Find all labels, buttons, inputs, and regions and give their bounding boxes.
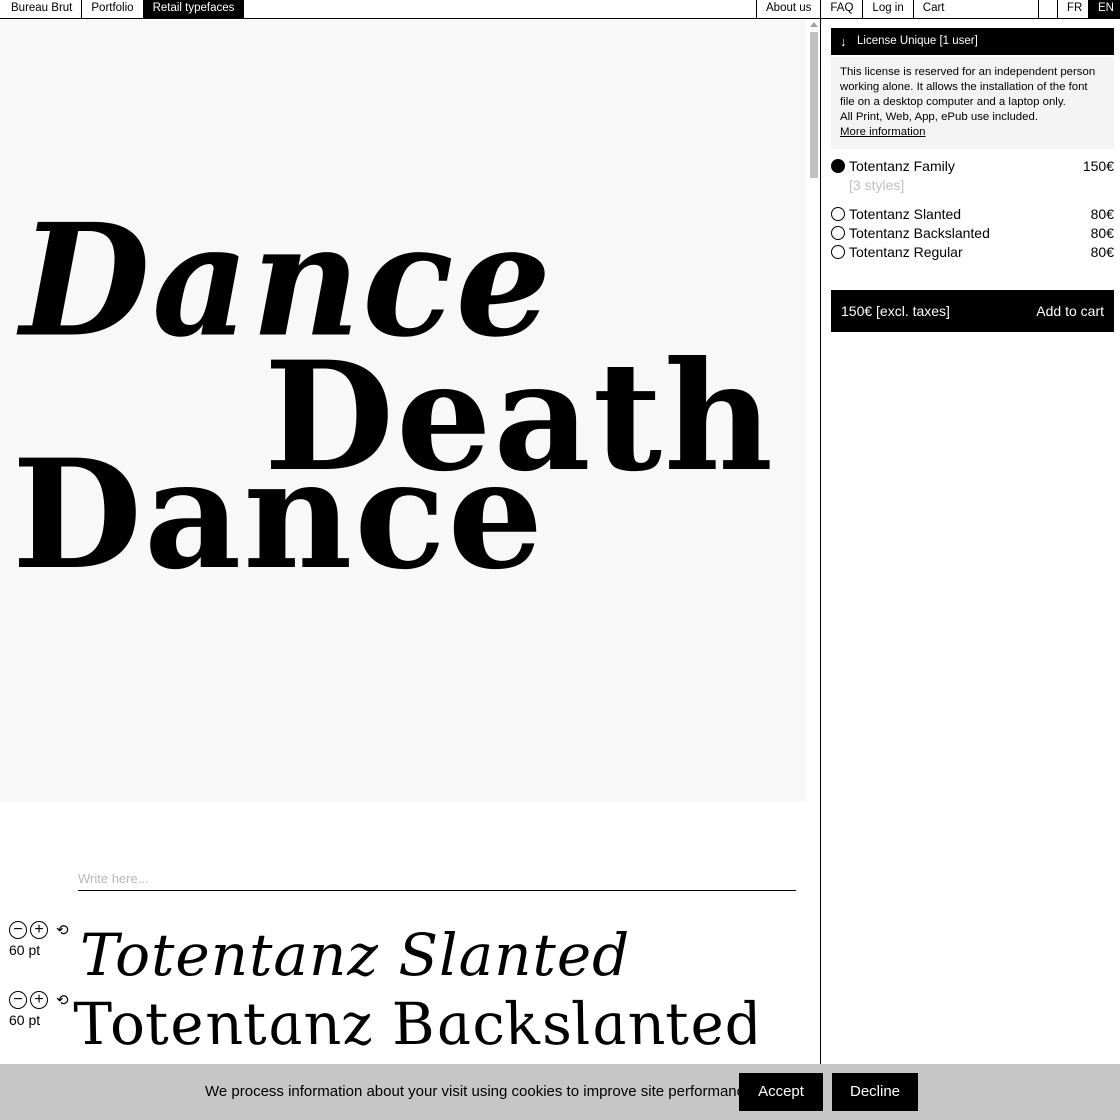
license-desc-line: working alone. It allows the installatio…: [840, 81, 1088, 93]
nav-portfolio[interactable]: Portfolio: [82, 0, 144, 18]
size-control-backslanted: − + ⟲ 60 pt: [9, 990, 69, 1028]
scrollbar[interactable]: [806, 20, 820, 1064]
type-tester-input[interactable]: [78, 866, 796, 891]
option-regular[interactable]: Totentanz Regular 80€: [831, 243, 1114, 262]
cookie-message: We process information about your visit …: [205, 1083, 757, 1100]
option-name: Totentanz Slanted: [849, 206, 962, 222]
radio[interactable]: [831, 207, 845, 221]
cookie-banner: We process information about your visit …: [0, 1064, 1120, 1120]
hero-line-3: Dance: [12, 427, 546, 603]
radio[interactable]: [831, 245, 845, 259]
cart-bar: 150€ [excl. taxes] Add to cart: [831, 290, 1114, 332]
minus-icon[interactable]: −: [9, 991, 27, 1009]
nav-faq[interactable]: FAQ: [820, 0, 862, 18]
language-switcher: FR EN: [1057, 0, 1120, 18]
nav-about-us[interactable]: About us: [756, 0, 820, 18]
option-price: 80€: [1090, 244, 1114, 260]
license-title: License Unique [1 user]: [857, 35, 978, 47]
more-information-link[interactable]: More information: [840, 126, 925, 138]
add-to-cart-button[interactable]: Add to cart: [1036, 290, 1104, 332]
reset-icon[interactable]: ⟲: [56, 923, 69, 938]
lang-en[interactable]: EN: [1088, 0, 1120, 18]
panel-divider: [820, 19, 821, 1064]
size-readout: 60 pt: [9, 942, 41, 958]
nav-log-in[interactable]: Log in: [862, 0, 912, 18]
nav-retail-typefaces[interactable]: Retail typefaces: [143, 0, 245, 18]
specimen-hero: Dance Death Dance: [0, 20, 806, 802]
license-desc-line: This license is reserved for an independ…: [840, 66, 1096, 78]
radio[interactable]: [831, 226, 845, 240]
option-slanted[interactable]: Totentanz Slanted 80€: [831, 205, 1114, 224]
secondary-nav: About us FAQ Log in Cart: [756, 0, 1039, 18]
minus-icon[interactable]: −: [9, 921, 27, 939]
option-subtitle: [3 styles]: [849, 177, 905, 193]
option-name: Totentanz Regular: [849, 244, 963, 260]
license-desc-line: file on a desktop computer and a laptop …: [840, 96, 1066, 108]
sample-backslanted[interactable]: Totentanz Backslanted: [67, 990, 771, 1058]
accept-button[interactable]: Accept: [739, 1073, 823, 1111]
scroll-up-arrow-icon[interactable]: [810, 22, 818, 27]
scroll-thumb[interactable]: [810, 32, 818, 178]
arrow-down-icon: ↓: [840, 34, 847, 49]
option-name: Totentanz Backslanted: [849, 225, 990, 241]
option-family[interactable]: Totentanz Family 150€ [3 styles]: [831, 157, 1114, 197]
nav-cart[interactable]: Cart: [912, 0, 1039, 18]
radio-checked[interactable]: [831, 159, 845, 173]
option-price: 80€: [1090, 225, 1114, 241]
size-readout: 60 pt: [9, 1012, 41, 1028]
license-selector[interactable]: ↓ License Unique [1 user]: [831, 28, 1114, 55]
top-navigation: Bureau Brut Portfolio Retail typefaces A…: [0, 0, 1120, 19]
decline-button[interactable]: Decline: [832, 1073, 918, 1111]
size-control-slanted: − + ⟲ 60 pt: [9, 920, 69, 958]
cart-total: 150€ [excl. taxes]: [841, 303, 950, 319]
option-backslanted[interactable]: Totentanz Backslanted 80€: [831, 224, 1114, 243]
primary-nav: Bureau Brut Portfolio Retail typefaces: [0, 0, 245, 18]
lang-fr[interactable]: FR: [1057, 0, 1088, 18]
option-name: Totentanz Family: [849, 158, 955, 174]
option-price: 80€: [1090, 206, 1114, 222]
sample-slanted[interactable]: Totentanz Slanted: [80, 926, 630, 984]
license-desc-line: All Print, Web, App, ePub use included.: [840, 111, 1038, 123]
plus-icon[interactable]: +: [30, 991, 48, 1009]
option-price: 150€: [1082, 158, 1114, 174]
license-description: This license is reserved for an independ…: [831, 57, 1114, 149]
plus-icon[interactable]: +: [30, 921, 48, 939]
nav-bureau-brut[interactable]: Bureau Brut: [0, 0, 83, 18]
